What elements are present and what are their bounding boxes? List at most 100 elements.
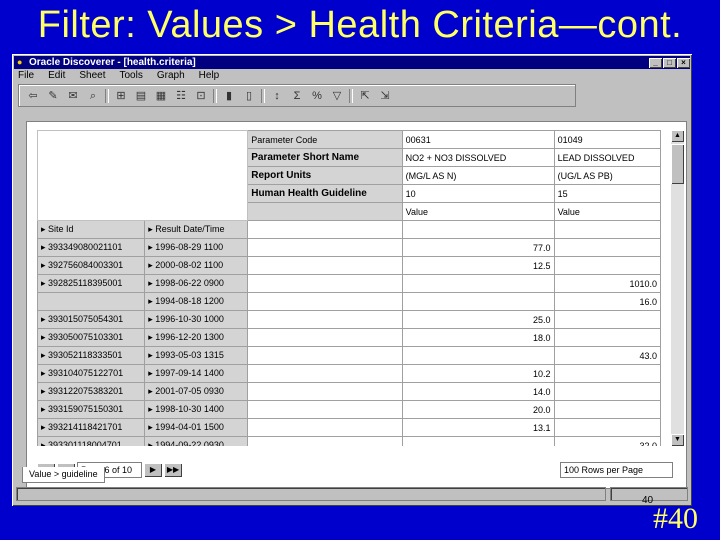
sort-icon[interactable]: ↕	[267, 88, 287, 104]
menu-bar: File Edit Sheet Tools Graph Help	[16, 70, 221, 84]
new-sheet-icon[interactable]: ⊞	[111, 88, 131, 104]
menu-edit[interactable]: Edit	[46, 70, 67, 84]
export-icon[interactable]: ⇱	[355, 88, 375, 104]
value-no2-no3: 20.0	[401, 400, 555, 419]
table-row: ▸ 393050075103301 ▸ 1996-12-20 1300 18.0	[37, 328, 661, 347]
table-row: ▸ 393159075150301 ▸ 1998-10-30 1400 20.0	[37, 400, 661, 419]
value-no2-no3	[401, 436, 555, 446]
parameter-value: 15	[553, 184, 661, 203]
value-no2-no3	[401, 292, 555, 311]
parameter-value: LEAD DISSOLVED	[553, 148, 661, 167]
row-result-date[interactable]: ▸ 1998-06-22 0900	[144, 274, 249, 293]
page-navigator: ◀◀ ◀ Page 6 of 10 ▶ ▶▶ 100 Rows per Page	[37, 461, 673, 479]
row-result-date[interactable]: ▸ 2000-08-02 1100	[144, 256, 249, 275]
value-lead	[553, 238, 661, 257]
row-result-date[interactable]: ▸ 1996-10-30 1000	[144, 310, 249, 329]
row-result-date[interactable]: ▸ 1993-05-03 1315	[144, 346, 249, 365]
parameter-label: Report Units	[247, 166, 403, 185]
page-items-icon[interactable]: ☷	[171, 88, 191, 104]
row-spacer	[247, 382, 403, 401]
column-header-site-id[interactable]: ▸ Site Id	[37, 220, 146, 239]
row-site-id[interactable]	[37, 292, 146, 311]
pivot-icon[interactable]: ⊡	[191, 88, 211, 104]
header-spacer	[553, 220, 661, 239]
menu-tools[interactable]: Tools	[118, 70, 145, 84]
status-field-main	[16, 487, 607, 501]
value-lead	[553, 382, 661, 401]
row-site-id[interactable]: ▸ 393104075122701	[37, 364, 146, 383]
rows-per-page-select[interactable]: 100 Rows per Page	[560, 462, 673, 478]
row-site-id[interactable]: ▸ 393349080021101	[37, 238, 146, 257]
percentage-icon[interactable]: %	[307, 88, 327, 104]
value-no2-no3: 13.1	[401, 418, 555, 437]
parameter-label: Parameter Short Name	[247, 148, 403, 167]
next-page-icon[interactable]: ▶	[144, 463, 162, 477]
value-lead: 43.0	[553, 346, 661, 365]
discoverer-window: ● Oracle Discoverer - [health.criteria] …	[12, 54, 692, 506]
header-spacer	[401, 220, 555, 239]
table-row: ▸ 393015075054301 ▸ 1996-10-30 1000 25.0	[37, 310, 661, 329]
row-spacer	[247, 364, 403, 383]
parameter-value: 00631	[401, 130, 555, 149]
table-row: ▸ 392825118395001 ▸ 1998-06-22 0900 1010.0	[37, 274, 661, 293]
filter-icon[interactable]: ▽	[327, 88, 347, 104]
scroll-thumb[interactable]	[671, 144, 684, 184]
value-no2-no3: 14.0	[401, 382, 555, 401]
menu-help[interactable]: Help	[197, 70, 222, 84]
drill-icon[interactable]: ⇲	[375, 88, 395, 104]
vertical-scrollbar[interactable]: ▲ ▼	[671, 130, 684, 446]
chart-icon[interactable]: ▮	[219, 88, 239, 104]
row-result-date[interactable]: ▸ 2001-07-05 0930	[144, 382, 249, 401]
close-button[interactable]: ×	[677, 57, 690, 68]
row-result-date[interactable]: ▸ 1997-09-14 1400	[144, 364, 249, 383]
value-lead	[553, 328, 661, 347]
toolbar: ⇦ ✎ ✉ ⌕ ⊞ ▤ ▦ ☷ ⊡ ▮ ▯ ↕ Σ% ▽ ⇱ ⇲	[18, 84, 576, 107]
print-preview-icon[interactable]: ⌕	[83, 88, 103, 104]
crosstab-icon[interactable]: ▦	[151, 88, 171, 104]
print-icon[interactable]: ✉	[63, 88, 83, 104]
row-site-id[interactable]: ▸ 393052118333501	[37, 346, 146, 365]
row-site-id[interactable]: ▸ 393050075103301	[37, 328, 146, 347]
row-site-id[interactable]: ▸ 393301118004701	[37, 436, 146, 446]
crosstab-table: Parameter Code 00631 01049 Parameter Short …	[37, 130, 661, 446]
total-icon[interactable]: Σ	[287, 88, 307, 104]
row-spacer	[247, 292, 403, 311]
maximize-button[interactable]: □	[663, 57, 676, 68]
menu-sheet[interactable]: Sheet	[77, 70, 107, 84]
parameter-value: (UG/L AS PB)	[553, 166, 661, 185]
sheet-tab[interactable]: Value > guideline	[22, 467, 105, 483]
row-site-id[interactable]: ▸ 392756084003301	[37, 256, 146, 275]
row-site-id[interactable]: ▸ 393122075383201	[37, 382, 146, 401]
status-bar	[16, 487, 688, 501]
row-result-date[interactable]: ▸ 1994-04-01 1500	[144, 418, 249, 437]
minimize-button[interactable]: _	[649, 57, 662, 68]
scroll-down-icon[interactable]: ▼	[671, 434, 684, 446]
table-row: ▸ 393349080021101 ▸ 1996-08-29 1100 77.0	[37, 238, 661, 257]
table-row: ▸ 393122075383201 ▸ 2001-07-05 0930 14.0	[37, 382, 661, 401]
menu-file[interactable]: File	[16, 70, 36, 84]
table-icon[interactable]: ▤	[131, 88, 151, 104]
save-icon[interactable]: ✎	[43, 88, 63, 104]
graph-icon[interactable]: ▯	[239, 88, 259, 104]
row-result-date[interactable]: ▸ 1996-12-20 1300	[144, 328, 249, 347]
menu-graph[interactable]: Graph	[155, 70, 187, 84]
toolbar-separator	[213, 88, 217, 103]
scroll-up-icon[interactable]: ▲	[671, 130, 684, 142]
table-row: ▸ 393052118333501 ▸ 1993-05-03 1315 43.0	[37, 346, 661, 365]
row-result-date[interactable]: ▸ 1996-08-29 1100	[144, 238, 249, 257]
value-lead	[553, 364, 661, 383]
open-icon[interactable]: ⇦	[23, 88, 43, 104]
column-header-result-date[interactable]: ▸ Result Date/Time	[144, 220, 249, 239]
value-lead	[553, 256, 661, 275]
row-result-date[interactable]: ▸ 1994-09-22 0930	[144, 436, 249, 446]
row-spacer	[247, 346, 403, 365]
last-page-icon[interactable]: ▶▶	[164, 463, 182, 477]
row-result-date[interactable]: ▸ 1998-10-30 1400	[144, 400, 249, 419]
row-site-id[interactable]: ▸ 393159075150301	[37, 400, 146, 419]
row-spacer	[247, 256, 403, 275]
row-site-id[interactable]: ▸ 393214118421701	[37, 418, 146, 437]
row-spacer	[247, 274, 403, 293]
row-site-id[interactable]: ▸ 393015075054301	[37, 310, 146, 329]
row-result-date[interactable]: ▸ 1994-08-18 1200	[144, 292, 249, 311]
row-site-id[interactable]: ▸ 392825118395001	[37, 274, 146, 293]
